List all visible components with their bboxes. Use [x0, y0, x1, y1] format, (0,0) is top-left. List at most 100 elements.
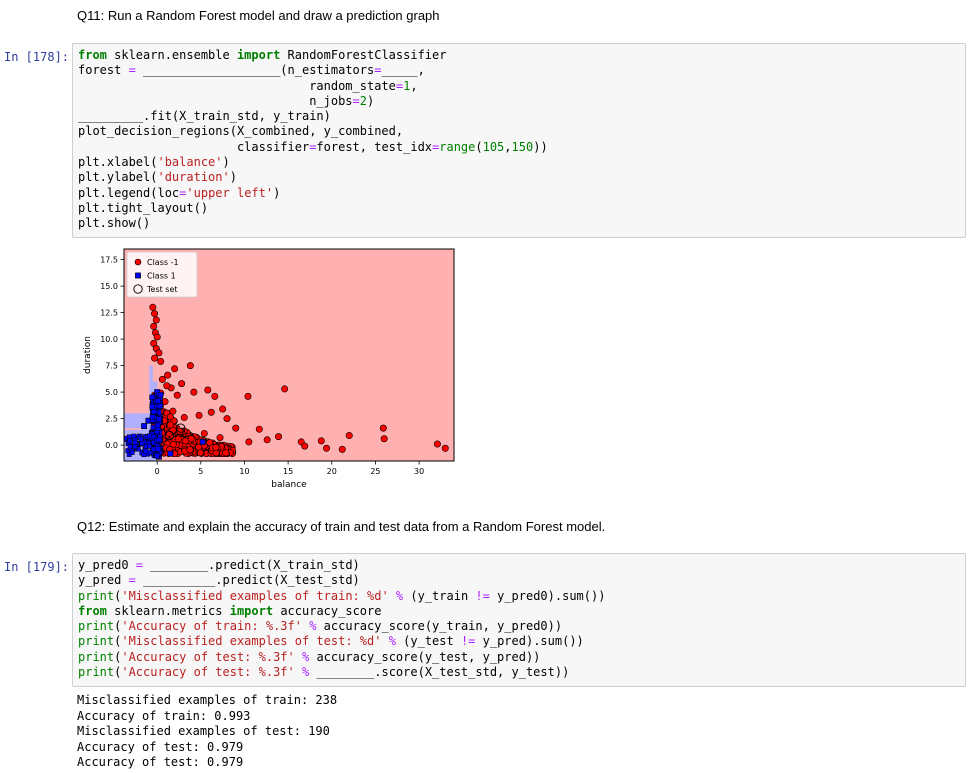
code-token: ___________________(n_estimators [135, 63, 375, 78]
code-line: print('Accuracy of train: %.3f' % accura… [78, 619, 960, 634]
point-class-neg [155, 349, 163, 357]
point-class-neg [195, 443, 203, 451]
code-token: plot_decision_regions(X_combined, y_comb… [78, 124, 404, 139]
x-tick-label: 10 [239, 467, 249, 476]
code-token: % [388, 634, 396, 649]
y-tick-label: 7.5 [105, 362, 118, 371]
point-class-neg [173, 391, 181, 399]
point-class-pos [127, 444, 133, 449]
point-class-pos [132, 439, 138, 445]
code-token: accuracy_score(y_train, y_pred0)) [316, 619, 563, 634]
point-class-neg [164, 371, 172, 379]
legend-marker-class-neg [134, 258, 142, 266]
point-class-neg [380, 435, 388, 443]
code-token: )) [533, 139, 548, 154]
q11-heading: Q11: Run a Random Forest model and draw … [77, 8, 440, 23]
region-class-pos [149, 365, 153, 382]
point-class-pos [199, 439, 206, 445]
x-tick-label: 15 [283, 467, 293, 476]
code-line: plt.xlabel('balance') [78, 155, 960, 170]
code-token: n_jobs [78, 93, 353, 108]
code-line: plt.ylabel('duration') [78, 170, 960, 185]
point-class-pos [129, 449, 135, 455]
output-line: Accuracy of test: 0.979 [77, 755, 244, 769]
code-token: 'Accuracy of test: %.3f' [121, 649, 295, 664]
code-line: print('Misclassified examples of train: … [78, 589, 960, 604]
code-token: ________.predict(X_train_std) [143, 558, 360, 572]
point-class-pos [155, 446, 161, 452]
point-class-neg [152, 316, 160, 324]
point-class-pos [167, 450, 174, 457]
code-token: ( [475, 139, 483, 154]
point-class-neg [212, 443, 220, 451]
code-line: print('Misclassified examples of test: %… [78, 634, 960, 649]
code-token: sklearn.ensemble [106, 48, 237, 62]
code-token: (y_train [403, 588, 476, 603]
y-tick-label: 12.5 [100, 309, 118, 318]
point-class-neg [232, 424, 240, 432]
point-class-neg [211, 392, 219, 400]
code-line: _________.fit(X_train_std, y_train) [78, 109, 960, 124]
code-token: != [475, 588, 490, 603]
point-class-pos [157, 403, 163, 409]
code-token: print [78, 665, 115, 680]
output-line: Misclassified examples of train: 238 [77, 693, 338, 707]
point-class-neg [216, 434, 224, 442]
code-token: random_state [78, 78, 396, 93]
code-token: 'duration' [157, 170, 230, 185]
code-line: plt.legend(loc='upper left') [78, 186, 960, 201]
x-tick-label: 5 [198, 467, 203, 476]
point-class-pos [155, 436, 162, 443]
y-tick-label: 5.0 [105, 388, 118, 397]
point-class-pos [149, 394, 155, 400]
point-class-pos [154, 453, 160, 459]
point-class-neg [207, 408, 215, 416]
code-token: plt.xlabel( [78, 155, 158, 170]
point-class-pos [146, 443, 152, 449]
point-class-neg [263, 436, 271, 444]
code-token: accuracy_score(y_test, y_pred)) [309, 649, 541, 664]
point-class-neg [379, 424, 387, 432]
code-token: forest [78, 63, 129, 78]
code-line: from sklearn.ensemble import RandomFores… [78, 48, 960, 63]
legend-entry-label: Test set [146, 285, 178, 294]
point-class-neg [151, 354, 159, 362]
point-class-pos [149, 403, 155, 410]
point-class-neg [219, 405, 227, 413]
code-token: plt.legend(loc [78, 185, 180, 200]
point-class-pos [141, 423, 147, 429]
point-class-neg [441, 444, 449, 452]
point-class-neg [150, 322, 158, 330]
code-token: = [128, 573, 136, 588]
code-token: y_pred [78, 573, 129, 588]
code-token: import [229, 603, 274, 618]
code-token: plt.ylabel( [78, 170, 158, 185]
code-token: ) [273, 185, 281, 200]
cell-179-code-editor[interactable]: y_pred0 = ________.predict(X_train_std) y… [72, 553, 966, 687]
point-class-neg [151, 310, 159, 318]
code-token: forest, test_idx [316, 139, 433, 154]
code-token: sklearn.metrics [106, 603, 230, 618]
point-class-neg [196, 449, 204, 457]
code-token: print [78, 634, 115, 649]
point-class-neg [166, 421, 174, 429]
point-class-neg [255, 425, 263, 433]
code-token: 'Accuracy of train: %.3f' [121, 619, 302, 634]
cell-178-prompt: In [178]: [4, 50, 70, 64]
code-line: plot_decision_regions(X_combined, y_comb… [78, 124, 960, 139]
point-class-neg [195, 411, 203, 419]
cell-178-code-editor[interactable]: from sklearn.ensemble import RandomFores… [72, 43, 966, 238]
output-line: Misclassified examples of test: 190 [77, 724, 330, 738]
y-tick-label: 15.0 [100, 282, 118, 291]
point-class-neg [169, 407, 177, 415]
legend-entry-label: Class 1 [147, 272, 176, 281]
code-token: ) [229, 170, 237, 185]
code-token: ) [222, 155, 230, 170]
code-line: plt.show() [78, 216, 960, 231]
code-token: from [78, 48, 107, 62]
x-tick-label: 30 [414, 467, 424, 476]
point-class-neg [275, 433, 283, 441]
